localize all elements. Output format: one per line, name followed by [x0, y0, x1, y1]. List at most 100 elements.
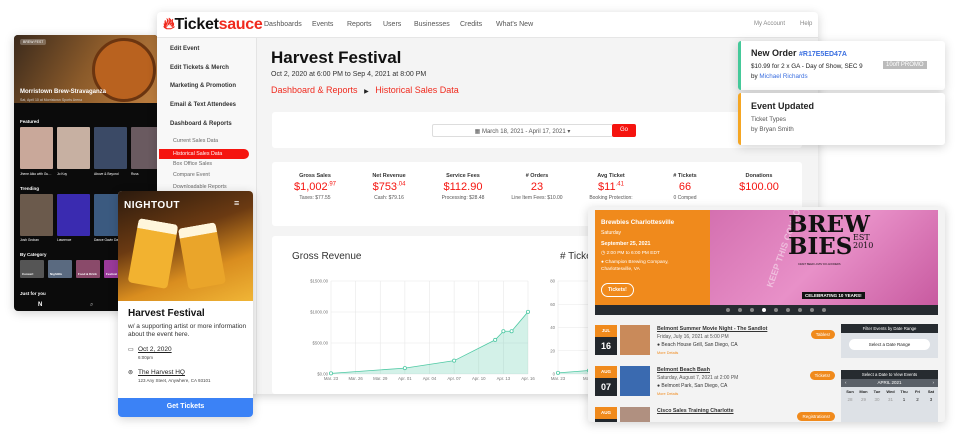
- calendar-day[interactable]: 1: [898, 397, 910, 402]
- home-tab-icon[interactable]: N: [38, 302, 42, 308]
- carousel-dot[interactable]: [762, 308, 766, 312]
- data-point: [493, 337, 498, 342]
- nav-credits[interactable]: Credits: [460, 21, 482, 28]
- trending-tile[interactable]: [57, 194, 90, 236]
- nightout-logo[interactable]: NIGHTOUT: [124, 200, 180, 211]
- event-name[interactable]: Cisco Sales Training Charlotte: [657, 408, 734, 414]
- venue-link[interactable]: The Harvest HQ: [138, 369, 185, 376]
- y-tick-label: $1000.00: [310, 310, 329, 315]
- featured-event-date: September 25, 2021: [601, 241, 651, 247]
- calendar-day[interactable]: 30: [871, 397, 883, 402]
- date-range-picker[interactable]: ▦ March 18, 2021 - April 17, 2021 ▾: [432, 124, 613, 137]
- event-name[interactable]: Belmont Beach Bash: [657, 367, 710, 373]
- nav-whats-new[interactable]: What's New: [496, 21, 533, 28]
- select-date-range-button[interactable]: Select a Date Range: [849, 339, 930, 350]
- nav-dashboards[interactable]: Dashboards: [264, 21, 302, 28]
- user-link[interactable]: Michael Richards: [759, 73, 807, 80]
- hero-title[interactable]: Morristown Brew-Stravaganza: [20, 89, 106, 95]
- sidebar-box-office[interactable]: Box Office Sales: [173, 161, 212, 167]
- carousel-dot[interactable]: [774, 308, 778, 312]
- event-action-button[interactable]: Tables!: [810, 330, 835, 339]
- sidebar-email-text[interactable]: Email & Text Attendees: [170, 102, 236, 108]
- nav-users[interactable]: Users: [383, 21, 401, 28]
- brewbies-poster: KEEP THIS COUPON BREW BIES EST 2010 CRAFT …: [710, 210, 938, 305]
- featured-tile[interactable]: [57, 127, 90, 169]
- calendar-day[interactable]: 3: [925, 397, 937, 402]
- event-thumbnail[interactable]: [620, 407, 650, 422]
- calendar-day[interactable]: 31: [885, 397, 897, 402]
- event-thumbnail[interactable]: [620, 366, 650, 396]
- search-tab-icon[interactable]: ⌕: [90, 302, 93, 309]
- event-thumbnail[interactable]: [620, 325, 650, 355]
- sidebar-historical-sales[interactable]: Historical Sales Data: [159, 149, 249, 159]
- stat-label: Net Revenue: [372, 173, 406, 179]
- carousel-dot[interactable]: [750, 308, 754, 312]
- featured-tile[interactable]: [20, 127, 53, 169]
- sidebar-compare-event[interactable]: Compare Event: [173, 172, 210, 178]
- promo-badge: 10off PROMO: [883, 61, 927, 69]
- data-point: [501, 329, 506, 334]
- event-location-text: Beach House Grill, San Diego, CA: [661, 342, 738, 348]
- hamburger-menu-icon[interactable]: ≡: [234, 198, 239, 208]
- featured-tile[interactable]: [94, 127, 127, 169]
- featured-event-name: Brewbies Charlottesville: [601, 219, 675, 226]
- carousel-dot[interactable]: [810, 308, 814, 312]
- stat-label: Donations: [745, 173, 773, 179]
- category-tile[interactable]: Nightlife: [48, 260, 72, 278]
- event-action-button[interactable]: Registrations!: [797, 412, 835, 421]
- stat-label: Avg Ticket: [597, 173, 625, 179]
- get-tickets-button[interactable]: Get Tickets: [118, 398, 253, 417]
- calendar-day[interactable]: 2: [912, 397, 924, 402]
- event-list-item[interactable]: AUG Cisco Sales Training Charlotte Regis…: [595, 407, 835, 422]
- carousel-dot[interactable]: [822, 308, 826, 312]
- stat-value: 66: [678, 181, 692, 193]
- trending-label: Josh Groban: [20, 238, 39, 242]
- calendar-day[interactable]: 28: [844, 397, 856, 402]
- sidebar-edit-event[interactable]: Edit Event: [170, 46, 199, 52]
- event-action-button[interactable]: Tickets!: [809, 371, 835, 380]
- nav-businesses[interactable]: Businesses: [414, 21, 450, 28]
- more-details-link[interactable]: More Details: [657, 392, 678, 396]
- ticketsauce-logo[interactable]: 🔥︎Ticketsauce: [163, 16, 263, 34]
- sidebar-dashboard-reports[interactable]: Dashboard & Reports: [170, 121, 232, 127]
- carousel-dot[interactable]: [726, 308, 730, 312]
- event-list-item[interactable]: AUG 07 Belmont Beach Bash Saturday, Augu…: [595, 366, 835, 404]
- more-details-link[interactable]: More Details: [657, 351, 678, 355]
- nav-reports[interactable]: Reports: [347, 21, 372, 28]
- go-button[interactable]: Go: [612, 124, 636, 137]
- sidebar-current-sales[interactable]: Current Sales Data: [173, 138, 218, 144]
- breadcrumb-dashboard-reports[interactable]: Dashboard & Reports: [271, 85, 358, 95]
- featured-label: Russ: [131, 172, 139, 176]
- category-label: Festival: [106, 272, 118, 276]
- calendar-day[interactable]: 29: [858, 397, 870, 402]
- sidebar-edit-tickets[interactable]: Edit Tickets & Merch: [170, 65, 229, 71]
- next-month-icon[interactable]: ›: [933, 380, 935, 385]
- carousel-dot[interactable]: [798, 308, 802, 312]
- event-date[interactable]: Oct 2, 2020: [138, 346, 172, 353]
- nav-my-account[interactable]: My Account: [754, 21, 785, 27]
- calendar-title: Select a Date to View Events: [841, 370, 938, 379]
- nav-events[interactable]: Events: [312, 21, 333, 28]
- nav-help[interactable]: Help: [800, 21, 812, 27]
- featured-tickets-button[interactable]: Tickets!: [601, 283, 634, 297]
- sidebar-downloadable-reports[interactable]: Downloadable Reports: [173, 184, 227, 190]
- featured-tile[interactable]: [131, 127, 158, 169]
- breadcrumb-historical-sales[interactable]: Historical Sales Data: [375, 85, 459, 95]
- featured-label: Jo Koy: [57, 172, 68, 176]
- event-name[interactable]: Belmont Summer Movie Night - The Sandlot: [657, 326, 767, 332]
- order-id-link[interactable]: #R17E5ED47A: [799, 51, 847, 58]
- event-list-item[interactable]: JUL 16 Belmont Summer Movie Night - The …: [595, 325, 835, 363]
- prev-month-icon[interactable]: ‹: [845, 380, 847, 385]
- stat-value: $112.90: [443, 181, 483, 193]
- weekday-label: Sun: [846, 389, 854, 394]
- carousel-dot[interactable]: [738, 308, 742, 312]
- category-tile[interactable]: Food & Drink: [76, 260, 100, 278]
- category-tile[interactable]: Concert: [20, 260, 44, 278]
- est-mark: EST 2010: [853, 234, 873, 249]
- sidebar-marketing[interactable]: Marketing & Promotion: [170, 83, 236, 89]
- y-tick-label: 60: [550, 302, 555, 307]
- notification-new-order[interactable]: New Order #R17E5ED47A $10.99 for 2 x GA …: [738, 41, 945, 90]
- trending-tile[interactable]: [20, 194, 53, 236]
- carousel-dot[interactable]: [786, 308, 790, 312]
- notification-event-updated[interactable]: Event Updated Ticket Types by Bryan Smit…: [738, 93, 945, 145]
